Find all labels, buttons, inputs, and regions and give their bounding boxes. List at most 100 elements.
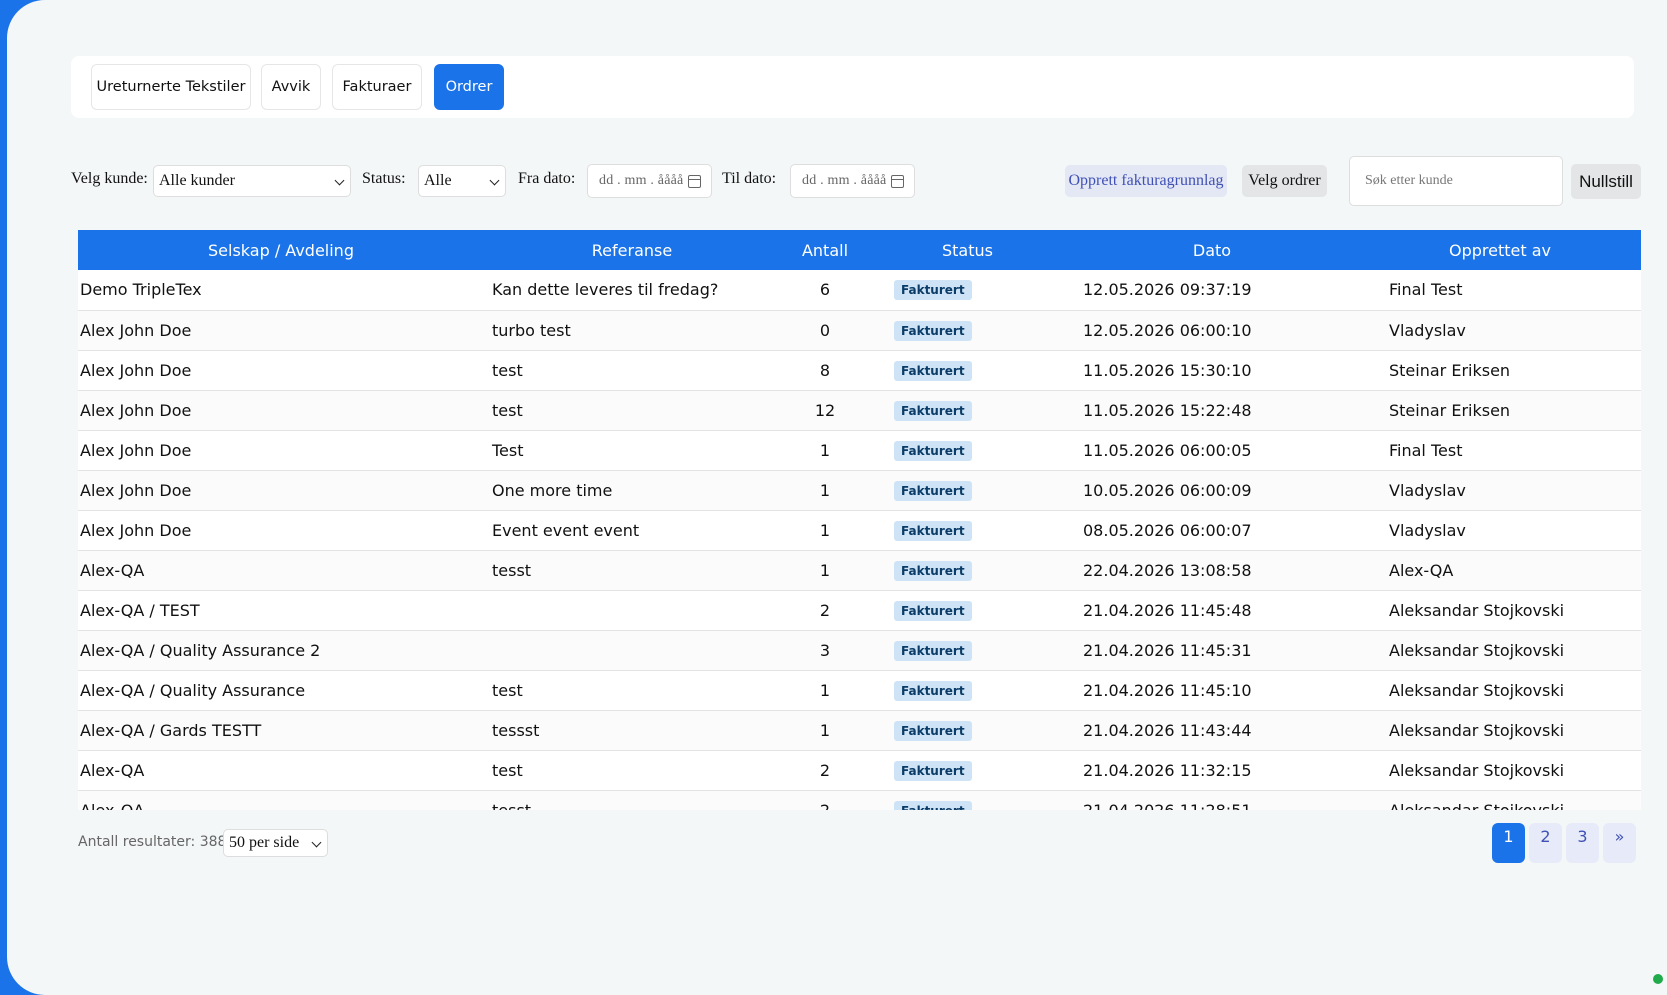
date-cell: 08.05.2026 06:00:07 — [1065, 510, 1359, 551]
table-row[interactable]: Alex John Doe Test 1 Fakturert 11.05.2026 06… — [78, 430, 1641, 471]
calendar-icon[interactable] — [688, 175, 701, 188]
status-cell: Fakturert — [870, 470, 1065, 511]
date-cell: 22.04.2026 13:08:58 — [1065, 550, 1359, 591]
status-cell: Fakturert — [870, 390, 1065, 431]
customer-select-value: Alle kunder — [159, 172, 235, 189]
customer-select[interactable]: Alle kunder — [153, 165, 351, 197]
create-invoice-basis-button[interactable]: Opprett fakturagrunnlag — [1065, 165, 1227, 197]
table-row[interactable]: Alex-QAtesst2 Fakturert 21.04.2026 11:28:5… — [78, 790, 1641, 810]
chevron-down-icon — [311, 837, 322, 848]
tab-fakturaer[interactable]: Fakturaer — [332, 64, 422, 110]
app-frame: Ureturnerte Tekstiler Avvik Fakturaer Or… — [7, 0, 1667, 995]
page-button-3[interactable]: 3 — [1566, 823, 1599, 863]
table-row[interactable]: Alex-QA / TEST 2 Fakturert 21.04.2026 11:45… — [78, 590, 1641, 631]
from-date-placeholder: dd . mm . åååå — [599, 173, 684, 188]
chevron-down-icon — [489, 175, 500, 186]
date-cell: 12.05.2026 09:37:19 — [1065, 270, 1359, 311]
company-cell: Alex John Doe — [78, 510, 484, 551]
column-header-date[interactable]: Dato — [1065, 230, 1359, 270]
next-page-button[interactable]: » — [1603, 823, 1636, 863]
reset-button[interactable]: Nullstill — [1571, 164, 1641, 199]
tab-bar: Ureturnerte Tekstiler Avvik Fakturaer Or… — [71, 56, 1634, 118]
company-cell: Alex John Doe — [78, 390, 484, 431]
quantity-cell: 12 — [780, 390, 870, 431]
table-row[interactable]: Demo TripleTex Kan dette leveres til fred… — [78, 270, 1641, 311]
page-button-1[interactable]: 1 — [1492, 823, 1525, 863]
date-cell: 21.04.2026 11:32:15 — [1065, 750, 1359, 791]
created-by-cell: Aleksandar Stojkovski — [1359, 590, 1641, 631]
company-cell: Alex-QA — [78, 750, 484, 791]
date-cell: 11.05.2026 06:00:05 — [1065, 430, 1359, 471]
tab-ordrer[interactable]: Ordrer — [434, 64, 504, 110]
created-by-cell: Final Test — [1359, 430, 1641, 471]
tab-avvik[interactable]: Avvik — [261, 64, 321, 110]
reference-cell: test — [484, 390, 780, 431]
from-date-label: Fra dato: — [518, 170, 576, 187]
table-row[interactable]: Alex-QA test 2 Fakturert 21.04.2026 11:32:15… — [78, 750, 1641, 791]
reference-cell: tesst — [484, 790, 780, 810]
table-row[interactable]: Alex John Doe test 8 Fakturert 11.05.2026 15… — [78, 350, 1641, 391]
status-cell: Fakturert — [870, 310, 1065, 351]
column-header-company[interactable]: Selskap / Avdeling — [78, 230, 484, 270]
company-cell: Alex John Doe — [78, 350, 484, 391]
date-cell: 21.04.2026 11:45:10 — [1065, 670, 1359, 711]
created-by-cell: Alex-QA — [1359, 550, 1641, 591]
table-row[interactable]: Alex John Doe Event event event 1 Fakturert… — [78, 510, 1641, 551]
column-header-quantity[interactable]: Antall — [780, 230, 870, 270]
table-row[interactable]: Alex-QA / Quality Assurance 2 3 Fakturert 2… — [78, 630, 1641, 671]
company-cell: Alex John Doe — [78, 430, 484, 471]
quantity-cell: 8 — [780, 350, 870, 391]
status-cell: Fakturert — [870, 790, 1065, 810]
date-cell: 12.05.2026 06:00:10 — [1065, 310, 1359, 351]
table-row[interactable]: Alex John Doe One more time 1 Fakturert 10.0… — [78, 470, 1641, 511]
company-cell: Alex John Doe — [78, 470, 484, 511]
select-orders-button[interactable]: Velg ordrer — [1242, 165, 1327, 197]
created-by-cell: Aleksandar Stojkovski — [1359, 750, 1641, 791]
company-cell: Alex-QA — [78, 550, 484, 591]
table-row[interactable]: Alex John Doe turbo test 0 Fakturert 12.05.2… — [78, 310, 1641, 351]
reference-cell: tesst — [484, 550, 780, 591]
column-header-status[interactable]: Status — [870, 230, 1065, 270]
table-row[interactable]: Alex-QA tesst 1 Fakturert 22.04.2026 13:08:5… — [78, 550, 1641, 591]
status-select[interactable]: Alle — [418, 165, 506, 197]
date-cell: 11.05.2026 15:30:10 — [1065, 350, 1359, 391]
status-badge: Fakturert — [894, 640, 972, 661]
created-by-cell: Final Test — [1359, 270, 1641, 311]
created-by-cell: Aleksandar Stojkovski — [1359, 790, 1641, 810]
company-cell: Alex John Doe — [78, 310, 484, 351]
reference-cell: Test — [484, 430, 780, 471]
created-by-cell: Vladyslav — [1359, 310, 1641, 351]
column-header-reference[interactable]: Referanse — [484, 230, 780, 270]
date-cell: 10.05.2026 06:00:09 — [1065, 470, 1359, 511]
status-cell: Fakturert — [870, 590, 1065, 631]
column-header-created-by[interactable]: Opprettet av — [1359, 230, 1641, 270]
from-date-input[interactable]: dd . mm . åååå — [587, 164, 712, 198]
status-cell: Fakturert — [870, 430, 1065, 471]
reference-cell: tessst — [484, 710, 780, 751]
quantity-cell: 6 — [780, 270, 870, 311]
customer-search-input[interactable] — [1349, 156, 1563, 206]
reference-cell: Kan dette leveres til fredag? — [484, 270, 780, 311]
quantity-cell: 1 — [780, 710, 870, 751]
created-by-cell: Aleksandar Stojkovski — [1359, 710, 1641, 751]
page-button-2[interactable]: 2 — [1529, 823, 1562, 863]
table-row[interactable]: Alex-QA / Gards TESTT tessst 1 Fakturert 21.… — [78, 710, 1641, 751]
table-row[interactable]: Alex John Doe test 12 Fakturert 11.05.2026 1… — [78, 390, 1641, 431]
status-badge: Fakturert — [894, 680, 972, 701]
tab-ureturnerte-tekstiler[interactable]: Ureturnerte Tekstiler — [91, 64, 251, 110]
status-badge: Fakturert — [894, 360, 972, 381]
status-cell: Fakturert — [870, 350, 1065, 391]
date-cell: 21.04.2026 11:45:48 — [1065, 590, 1359, 631]
per-page-select[interactable]: 50 per side — [223, 829, 328, 857]
status-badge: Fakturert — [894, 560, 972, 581]
status-badge: Fakturert — [894, 520, 972, 541]
to-date-placeholder: dd . mm . åååå — [802, 173, 887, 188]
company-cell: Alex-QA / Quality Assurance 2 — [78, 630, 484, 671]
quantity-cell: 1 — [780, 550, 870, 591]
created-by-cell: Vladyslav — [1359, 470, 1641, 511]
calendar-icon[interactable] — [891, 175, 904, 188]
to-date-input[interactable]: dd . mm . åååå — [790, 164, 915, 198]
date-cell: 11.05.2026 15:22:48 — [1065, 390, 1359, 431]
table-row[interactable]: Alex-QA / Quality Assurance test 1 Fakturer… — [78, 670, 1641, 711]
created-by-cell: Steinar Eriksen — [1359, 390, 1641, 431]
